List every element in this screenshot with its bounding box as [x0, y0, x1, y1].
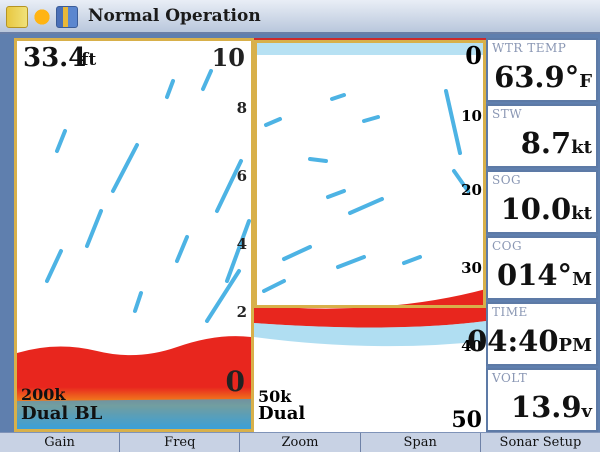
scale-mark: 30 — [461, 259, 482, 277]
field-sog[interactable]: SOG 10.0kt — [486, 170, 598, 234]
scale-mark: 20 — [461, 181, 482, 199]
sonar-panel-50k[interactable]: 0 10 20 30 40 50 50k Dual — [254, 38, 486, 432]
mode-label: Dual — [258, 403, 306, 424]
field-label: SOG — [492, 173, 522, 187]
field-value: 10.0kt — [500, 192, 592, 226]
field-value: 014°M — [497, 258, 592, 292]
span-softkey[interactable]: Span — [361, 433, 481, 452]
signal-icon — [6, 6, 28, 28]
page-title: Normal Operation — [88, 6, 261, 26]
sonar-image-50k — [254, 41, 486, 347]
field-label: VOLT — [492, 371, 528, 385]
field-value: 13.9v — [510, 390, 592, 424]
depth-unit: ft — [81, 50, 97, 70]
field-time[interactable]: TIME 04:40PM — [467, 302, 598, 366]
depth-value: 33.4 — [23, 43, 87, 73]
sonar-panel-200k[interactable]: 33.4 ft 10 8 6 4 2 0 200k Dual BL — [14, 38, 254, 432]
fish-arches — [262, 89, 470, 293]
field-label: WTR TEMP — [492, 41, 567, 55]
sonar-setup-softkey[interactable]: Sonar Setup — [481, 433, 600, 452]
softkey-bar: Gain Freq Zoom Span Sonar Setup — [0, 432, 600, 452]
field-label: STW — [492, 107, 523, 121]
field-stw[interactable]: STW 8.7kt — [486, 104, 598, 168]
status-icons — [6, 6, 78, 28]
scale-bottom: 0 — [225, 365, 245, 398]
data-fields: WTR TEMP 63.9°F STW 8.7kt SOG 10.0kt COG… — [467, 38, 598, 432]
field-value: 04:40PM — [467, 324, 592, 358]
field-value: 8.7kt — [520, 126, 592, 160]
scale-top: 0 — [465, 41, 482, 70]
field-cog[interactable]: COG 014°M — [486, 236, 598, 300]
zoom-softkey[interactable]: Zoom — [240, 433, 361, 452]
scale-mark: 8 — [236, 99, 247, 117]
gain-softkey[interactable]: Gain — [0, 433, 121, 452]
field-water-temp[interactable]: WTR TEMP 63.9°F — [486, 38, 598, 102]
bottom-return — [254, 289, 486, 328]
scale-mark: 4 — [236, 235, 247, 253]
sonar-image-200k — [17, 69, 251, 429]
fish-arches — [45, 69, 251, 323]
mode-label: Dual BL — [21, 403, 103, 424]
scale-mark: 10 — [461, 107, 482, 125]
scale-mark: 6 — [236, 167, 247, 185]
scale-top: 10 — [211, 43, 245, 72]
battery-icon — [56, 6, 78, 28]
scale-bottom: 50 — [451, 407, 482, 432]
scale-mark: 2 — [236, 303, 247, 321]
field-value: 63.9°F — [494, 60, 592, 94]
field-label: COG — [492, 239, 523, 253]
field-label: TIME — [492, 305, 528, 319]
freq-softkey[interactable]: Freq — [120, 433, 241, 452]
field-volt[interactable]: VOLT 13.9v — [486, 368, 598, 432]
sun-icon — [31, 6, 53, 28]
frequency-label: 200k — [21, 385, 66, 404]
title-bar: Normal Operation — [0, 0, 600, 34]
